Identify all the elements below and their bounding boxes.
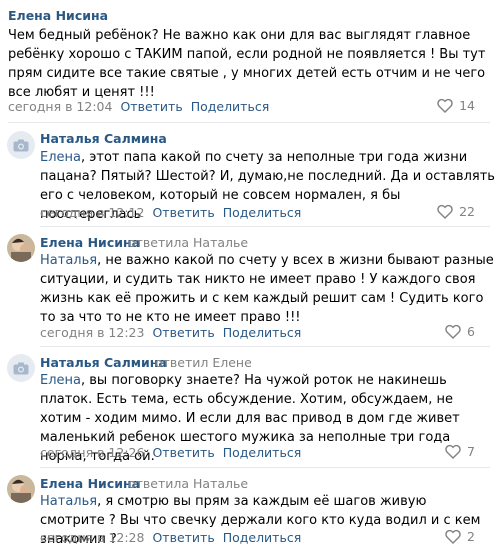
replied-to[interactable]: ответила Наталье	[128, 476, 248, 491]
comment-author[interactable]: Наталья Салмина	[40, 131, 167, 146]
reply-button[interactable]: Ответить	[152, 530, 214, 545]
camera-icon	[13, 362, 29, 374]
heart-icon	[445, 529, 461, 544]
comment-time[interactable]: сегодня в 12:26	[40, 445, 144, 460]
reply-button[interactable]: Ответить	[152, 205, 214, 220]
replied-to[interactable]: ответила Наталье	[128, 235, 248, 250]
comment-time[interactable]: сегодня в 12:23	[40, 325, 144, 340]
comment-author[interactable]: Елена Нисина	[8, 8, 108, 23]
like-count: 14	[459, 98, 475, 113]
comment-meta: сегодня в 12:28 Ответить Поделиться	[40, 530, 301, 545]
comment-meta: сегодня в 12:04 Ответить Поделиться	[8, 99, 269, 114]
comment-meta: сегодня в 12:23 Ответить Поделиться	[40, 325, 301, 340]
like-count: 7	[467, 444, 475, 459]
camera-icon	[13, 139, 29, 151]
share-button[interactable]: Поделиться	[223, 445, 302, 460]
mention-link[interactable]: Елена	[40, 373, 81, 388]
separator	[40, 346, 490, 347]
reply-button[interactable]: Ответить	[152, 445, 214, 460]
comment-meta: сегодня в 12:26 Ответить Поделиться	[40, 445, 301, 460]
separator	[8, 122, 490, 123]
comment-time[interactable]: сегодня в 12:28	[40, 530, 144, 545]
like-button[interactable]: 22	[437, 204, 475, 219]
like-count: 2	[467, 529, 475, 544]
comment-author[interactable]: Елена Нисина	[40, 476, 140, 491]
mention-link[interactable]: Елена	[40, 150, 81, 165]
avatar[interactable]	[7, 475, 35, 503]
share-button[interactable]: Поделиться	[223, 325, 302, 340]
comment-text: Наталья, не важно какой по счету у всех …	[40, 253, 494, 325]
like-button[interactable]: 2	[445, 529, 475, 544]
comment-text: Чем бедный ребёнок? Не важно как они для…	[8, 28, 486, 100]
like-button[interactable]: 14	[437, 98, 475, 113]
reply-button[interactable]: Ответить	[120, 99, 182, 114]
replied-to[interactable]: ответил Елене	[155, 355, 252, 370]
heart-icon	[437, 204, 453, 219]
heart-icon	[437, 98, 453, 113]
like-count: 22	[459, 204, 475, 219]
avatar[interactable]	[7, 131, 35, 159]
comment-time[interactable]: сегодня в 12:12	[40, 205, 144, 220]
like-button[interactable]: 6	[445, 324, 475, 339]
separator	[40, 467, 490, 468]
mention-link[interactable]: Наталья	[40, 494, 97, 509]
comment-author[interactable]: Наталья Салмина	[40, 355, 167, 370]
comment-time[interactable]: сегодня в 12:04	[8, 99, 112, 114]
comment-author[interactable]: Елена Нисина	[40, 235, 140, 250]
separator	[40, 226, 490, 227]
share-button[interactable]: Поделиться	[223, 530, 302, 545]
like-count: 6	[467, 324, 475, 339]
share-button[interactable]: Поделиться	[223, 205, 302, 220]
heart-icon	[445, 324, 461, 339]
avatar[interactable]	[7, 354, 35, 382]
share-button[interactable]: Поделиться	[191, 99, 270, 114]
comment-meta: сегодня в 12:12 Ответить Поделиться	[40, 205, 301, 220]
avatar[interactable]	[7, 234, 35, 262]
heart-icon	[445, 444, 461, 459]
reply-button[interactable]: Ответить	[152, 325, 214, 340]
like-button[interactable]: 7	[445, 444, 475, 459]
mention-link[interactable]: Наталья	[40, 253, 97, 268]
